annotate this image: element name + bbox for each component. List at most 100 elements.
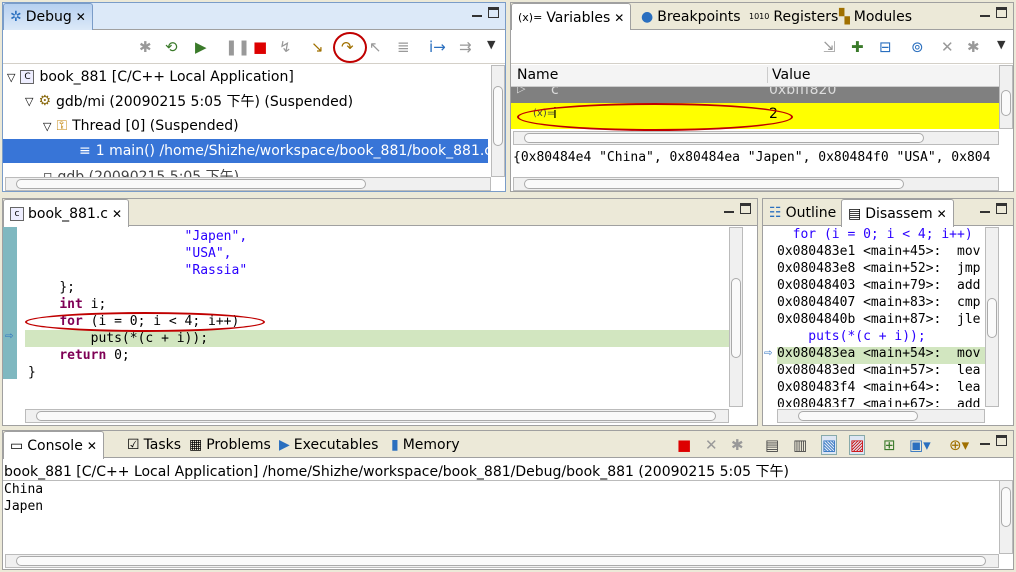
minimize-icon[interactable] <box>472 7 482 17</box>
tree-item-frame[interactable]: ≡ 1 main() /home/Shizhe/workspace/book_8… <box>3 139 491 163</box>
clear-console-icon[interactable]: ▤ <box>765 436 779 454</box>
maximize-icon[interactable] <box>488 7 499 18</box>
tab-debug[interactable]: ✲ Debug ✕ <box>3 3 93 30</box>
tab-registers[interactable]: 1010 Registers <box>743 3 844 30</box>
code-line: }; <box>59 280 75 295</box>
open-console-icon[interactable]: ⊕▾ <box>949 436 969 454</box>
scroll-lock-icon[interactable]: ▥ <box>793 436 807 454</box>
code-line: int i; <box>59 297 107 312</box>
step-return-icon[interactable]: ↖ <box>369 38 382 56</box>
tree-item-app[interactable]: ▽ C book_881 [C/C++ Local Application] <box>7 65 294 89</box>
show-type-icon[interactable]: ⇲ <box>823 38 836 56</box>
scroll-thumb[interactable] <box>524 133 924 143</box>
remove-icon[interactable]: ✕ <box>941 38 954 56</box>
tab-disassembly[interactable]: ▤ Disassem ✕ <box>841 199 954 227</box>
instruction-stepping-icon[interactable]: i→ <box>429 38 446 56</box>
variables-vscroll[interactable] <box>999 65 1013 129</box>
remove-launch-icon[interactable]: ✕ <box>705 436 718 454</box>
show-on-output-icon[interactable]: ▧ <box>821 435 838 455</box>
maximize-icon[interactable] <box>996 203 1007 214</box>
disassembly-tabbar: ☷ Outline ▤ Disassem ✕ <box>763 199 1013 227</box>
scroll-thumb[interactable] <box>16 556 986 566</box>
terminate-icon[interactable]: ■ <box>253 38 267 56</box>
tab-memory[interactable]: ▮ Memory <box>385 431 466 458</box>
tab-outline[interactable]: ☷ Outline <box>763 199 842 226</box>
tab-modules[interactable]: ▚ Modules <box>833 3 918 30</box>
display-console-icon[interactable]: ▣▾ <box>909 436 931 454</box>
remove-terminated-icon[interactable]: ✱ <box>139 38 152 56</box>
scroll-thumb[interactable] <box>524 179 904 189</box>
view-menu-icon[interactable]: ▼ <box>487 38 495 51</box>
resume-icon[interactable]: ▶ <box>195 38 207 56</box>
expand-icon[interactable]: ▽ <box>7 71 15 84</box>
disassembly-hscroll[interactable] <box>777 409 985 423</box>
close-icon[interactable]: ✕ <box>614 11 624 25</box>
gdb-icon: ▫ <box>43 168 53 177</box>
tab-editor-file[interactable]: c book_881.c ✕ <box>3 199 130 227</box>
maximize-icon[interactable] <box>996 435 1007 446</box>
disassembly-area[interactable]: for (i = 0; i < 4; i++) 0x080483e1 <main… <box>763 227 985 407</box>
scroll-thumb[interactable] <box>1001 90 1011 116</box>
scroll-thumb[interactable] <box>1001 487 1011 527</box>
gears-icon: ⚙ <box>38 93 52 109</box>
expand-icon[interactable]: ▽ <box>43 120 51 133</box>
terminate-icon[interactable]: ■ <box>677 436 691 454</box>
variable-detail[interactable]: {0x80484e4 "China", 0x80484ea "Japen", 0… <box>513 150 1013 165</box>
scroll-thumb[interactable] <box>987 298 997 338</box>
variables-tree-hscroll[interactable] <box>513 131 999 145</box>
drop-to-frame-icon[interactable]: ≣ <box>397 38 410 56</box>
close-icon[interactable]: ✕ <box>112 207 122 221</box>
close-icon[interactable]: ✕ <box>76 10 86 24</box>
scroll-thumb[interactable] <box>731 278 741 358</box>
suspend-icon[interactable]: ❚❚ <box>225 38 250 56</box>
close-icon[interactable]: ✕ <box>937 207 947 221</box>
pin-console-icon[interactable]: ⊞ <box>883 436 896 454</box>
tab-tasks[interactable]: ☑ Tasks <box>121 431 187 458</box>
remove-all-icon[interactable]: ✱ <box>967 38 980 56</box>
tree-item-thread[interactable]: ▽ ⚿ Thread [0] (Suspended) <box>43 114 239 138</box>
tree-item-gdb2[interactable]: ▫ gdb (20090215 5:05 下午) <box>43 164 239 177</box>
show-on-error-icon[interactable]: ▨ <box>849 435 866 455</box>
disassembly-vscroll[interactable] <box>985 227 999 407</box>
remove-global-icon[interactable]: ⊚ <box>911 38 924 56</box>
remove-all-icon[interactable]: ✱ <box>731 436 744 454</box>
step-into-icon[interactable]: ↘ <box>311 38 324 56</box>
debug-vscroll[interactable] <box>491 65 505 177</box>
minimize-icon[interactable] <box>724 203 734 213</box>
console-output[interactable]: China Japen <box>3 480 999 554</box>
maximize-icon[interactable] <box>740 203 751 214</box>
console-vscroll[interactable] <box>999 480 1013 554</box>
console-hscroll[interactable] <box>5 554 999 568</box>
debug-hscroll[interactable] <box>5 177 491 191</box>
var-row[interactable]: ▷ c 0xbfff820 <box>511 87 999 103</box>
disconnect-icon[interactable]: ↯ <box>279 38 292 56</box>
tree-item-gdb[interactable]: ▽ ⚙ gdb/mi (20090215 5:05 下午) (Suspended… <box>25 89 353 113</box>
use-step-filters-icon[interactable]: ⇉ <box>459 38 472 56</box>
minimize-icon[interactable] <box>980 435 990 445</box>
expand-icon[interactable]: ▽ <box>25 95 33 108</box>
restart-icon[interactable]: ⟲ <box>165 38 178 56</box>
scroll-thumb[interactable] <box>36 411 716 421</box>
col-value[interactable]: Value <box>767 67 810 83</box>
tab-console[interactable]: ▭ Console ✕ <box>3 431 104 459</box>
collapse-all-icon[interactable]: ⊟ <box>879 38 892 56</box>
close-icon[interactable]: ✕ <box>87 439 97 453</box>
scroll-thumb[interactable] <box>16 179 366 189</box>
tab-executables[interactable]: ▶ Executables <box>273 431 384 458</box>
col-name[interactable]: Name <box>517 67 558 83</box>
expand-icon[interactable]: ▷ <box>517 87 525 95</box>
tab-breakpoints[interactable]: ● Breakpoints <box>635 3 747 30</box>
editor-vscroll[interactable] <box>729 227 743 407</box>
scroll-thumb[interactable] <box>798 411 918 421</box>
scroll-thumb[interactable] <box>493 86 503 146</box>
tab-variables[interactable]: (x)= Variables ✕ <box>511 3 632 31</box>
tab-problems[interactable]: ▦ Problems <box>183 431 277 458</box>
editor-hscroll[interactable] <box>25 409 729 423</box>
view-menu-icon[interactable]: ▼ <box>997 38 1005 51</box>
minimize-icon[interactable] <box>980 203 990 213</box>
maximize-icon[interactable] <box>996 7 1007 18</box>
add-global-icon[interactable]: ✚ <box>851 38 864 56</box>
minimize-icon[interactable] <box>980 7 990 17</box>
console-icon: ▭ <box>10 437 24 454</box>
detail-hscroll[interactable] <box>513 177 999 191</box>
